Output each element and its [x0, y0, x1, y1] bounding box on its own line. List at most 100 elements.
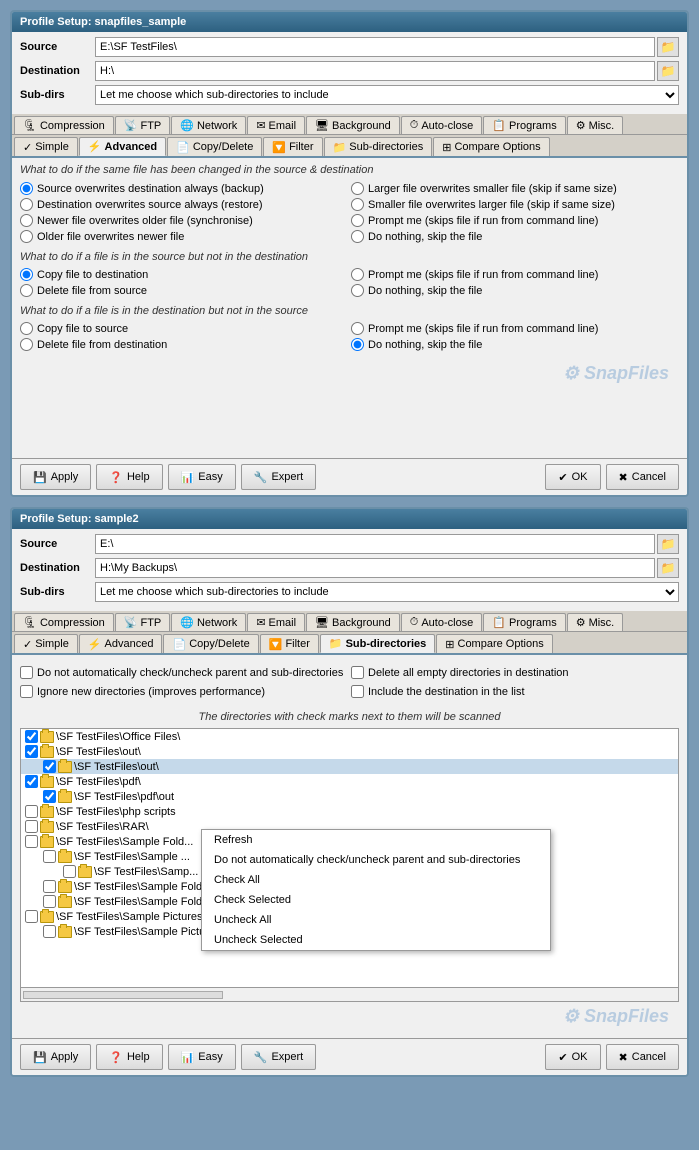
w2-tab-autoclose[interactable]: ⏱Auto-close [401, 613, 483, 631]
radio-copy-to-dest-input[interactable] [20, 268, 33, 281]
ctx-no-auto[interactable]: Do not automatically check/uncheck paren… [202, 850, 550, 870]
tree-cb-sample-photos[interactable] [43, 895, 56, 908]
radio-source-overwrites-input[interactable] [20, 182, 33, 195]
window2-apply-btn[interactable]: 💾Apply [20, 1044, 91, 1070]
radio-delete-from-source-input[interactable] [20, 284, 33, 297]
tab-programs[interactable]: 📋Programs [483, 116, 565, 134]
cb-no-auto-check-input[interactable] [20, 666, 33, 679]
tab-compare[interactable]: ⊞Compare Options [433, 137, 549, 156]
source-folder-btn[interactable]: 📁 [657, 37, 679, 57]
tab-email[interactable]: ✉Email [247, 116, 305, 134]
tree-cb-sample-sub1[interactable] [43, 850, 56, 863]
window1-help-btn[interactable]: ❓Help [96, 464, 162, 490]
w2-source-folder-btn[interactable]: 📁 [657, 534, 679, 554]
window1-cancel-btn[interactable]: ✖Cancel [606, 464, 679, 490]
tab-misc[interactable]: ⚙Misc. [567, 116, 624, 134]
tab-subdirectories[interactable]: 📁Sub-directories [324, 137, 433, 156]
tree-cb-php[interactable] [25, 805, 38, 818]
tab-network[interactable]: 🌐Network [171, 116, 246, 134]
w2-tab-compare[interactable]: ⊞Compare Options [436, 634, 552, 653]
tree-item-out[interactable]: \SF TestFiles\out\ [21, 744, 678, 759]
tab-advanced[interactable]: ⚡Advanced [79, 137, 166, 156]
radio-prompt-s2r1-input[interactable] [351, 268, 364, 281]
tab-compression[interactable]: 🗜Compression [14, 116, 114, 134]
ctx-refresh[interactable]: Refresh [202, 830, 550, 850]
radio-prompt-cmdline-input[interactable] [351, 214, 364, 227]
w2-source-input[interactable] [95, 534, 655, 554]
horizontal-scrollbar[interactable] [23, 991, 223, 999]
tree-cb-pdf[interactable] [25, 775, 38, 788]
w2-destination-folder-btn[interactable]: 📁 [657, 558, 679, 578]
w2-tab-programs[interactable]: 📋Programs [483, 613, 565, 631]
tree-cb-sample-fold[interactable] [25, 835, 38, 848]
radio-copy-to-source-input[interactable] [20, 322, 33, 335]
w2-tab-advanced[interactable]: ⚡Advanced [79, 634, 163, 653]
radio-do-nothing-s1-input[interactable] [351, 230, 364, 243]
radio-prompt-s3r1-input[interactable] [351, 322, 364, 335]
tab-ftp[interactable]: 📡FTP [115, 116, 170, 134]
tree-item-office[interactable]: \SF TestFiles\Office Files\ [21, 729, 678, 744]
window2-ok-btn[interactable]: ✔OK [545, 1044, 600, 1070]
destination-folder-btn[interactable]: 📁 [657, 61, 679, 81]
w2-tab-filter[interactable]: 🔽Filter [260, 634, 319, 653]
w2-destination-input[interactable] [95, 558, 655, 578]
w2-tab-email[interactable]: ✉Email [247, 613, 305, 631]
window1-ok-btn[interactable]: ✔OK [545, 464, 600, 490]
source-label: Source [20, 41, 95, 53]
radio-do-nothing-s2-input[interactable] [351, 284, 364, 297]
tree-item-pdf[interactable]: \SF TestFiles\pdf\ [21, 774, 678, 789]
radio-prompt-cmdline: Prompt me (skips file if run from comman… [351, 214, 679, 227]
radio-destination-overwrites-input[interactable] [20, 198, 33, 211]
w2-tab-misc[interactable]: ⚙Misc. [567, 613, 624, 631]
window2-cancel-btn[interactable]: ✖Cancel [606, 1044, 679, 1070]
radio-larger-overwrites-input[interactable] [351, 182, 364, 195]
window1-apply-btn[interactable]: 💾Apply [20, 464, 91, 490]
radio-do-nothing-s3-input[interactable] [351, 338, 364, 351]
tree-cb-rar[interactable] [25, 820, 38, 833]
window2-expert-btn[interactable]: 🔧Expert [241, 1044, 317, 1070]
window1-easy-btn[interactable]: 📊Easy [168, 464, 236, 490]
ctx-uncheck-all[interactable]: Uncheck All [202, 910, 550, 930]
tree-item-pdf-out[interactable]: \SF TestFiles\pdf\out [21, 789, 678, 804]
tree-cb-sample-archive[interactable] [43, 925, 56, 938]
tab-copydelete[interactable]: 📄Copy/Delete [167, 137, 262, 156]
tab-autoclose[interactable]: ⏱Auto-close [401, 116, 483, 134]
tree-cb-out-sub[interactable] [43, 760, 56, 773]
tab-filter[interactable]: 🔽Filter [263, 137, 322, 156]
w2-tab-simple[interactable]: ✓Simple [14, 634, 78, 653]
w2-tab-ftp[interactable]: 📡FTP [115, 613, 170, 631]
tree-item-out-sub[interactable]: \SF TestFiles\out\ [21, 759, 678, 774]
tree-cb-sample-sub2[interactable] [63, 865, 76, 878]
w2-tab-copydelete[interactable]: 📄Copy/Delete [163, 634, 258, 653]
w2-tab-background[interactable]: 🖥Background [306, 613, 400, 631]
radio-delete-from-dest-input[interactable] [20, 338, 33, 351]
tree-cb-pdf-out[interactable] [43, 790, 56, 803]
source-input[interactable] [95, 37, 655, 57]
w2-tab-network[interactable]: 🌐Network [171, 613, 246, 631]
w2-subdirs-select[interactable]: Let me choose which sub-directories to i… [95, 582, 679, 602]
ctx-check-selected[interactable]: Check Selected [202, 890, 550, 910]
window1-expert-btn[interactable]: 🔧Expert [241, 464, 317, 490]
w2-tab-subdirectories[interactable]: 📁Sub-directories [320, 634, 435, 653]
window2-help-btn[interactable]: ❓Help [96, 1044, 162, 1070]
cb-include-dest-input[interactable] [351, 685, 364, 698]
tree-cb-sample-pics[interactable] [25, 910, 38, 923]
cb-delete-empty-input[interactable] [351, 666, 364, 679]
destination-input[interactable] [95, 61, 655, 81]
radio-older-overwrites-input[interactable] [20, 230, 33, 243]
w2-tab-compression[interactable]: 🗜Compression [14, 613, 114, 631]
tree-cb-out[interactable] [25, 745, 38, 758]
ctx-check-all[interactable]: Check All [202, 870, 550, 890]
tab-background[interactable]: 🖥Background [306, 116, 400, 134]
tree-area[interactable]: \SF TestFiles\Office Files\ \SF TestFile… [20, 728, 679, 988]
subdirs-select[interactable]: Let me choose which sub-directories to i… [95, 85, 679, 105]
ctx-uncheck-selected[interactable]: Uncheck Selected [202, 930, 550, 950]
tree-item-php[interactable]: \SF TestFiles\php scripts [21, 804, 678, 819]
window2-easy-btn[interactable]: 📊Easy [168, 1044, 236, 1070]
radio-newer-overwrites-input[interactable] [20, 214, 33, 227]
cb-ignore-new-input[interactable] [20, 685, 33, 698]
radio-smaller-overwrites-input[interactable] [351, 198, 364, 211]
tree-cb-sample-smth[interactable] [43, 880, 56, 893]
tree-cb-office[interactable] [25, 730, 38, 743]
tab-simple[interactable]: ✓Simple [14, 137, 78, 156]
